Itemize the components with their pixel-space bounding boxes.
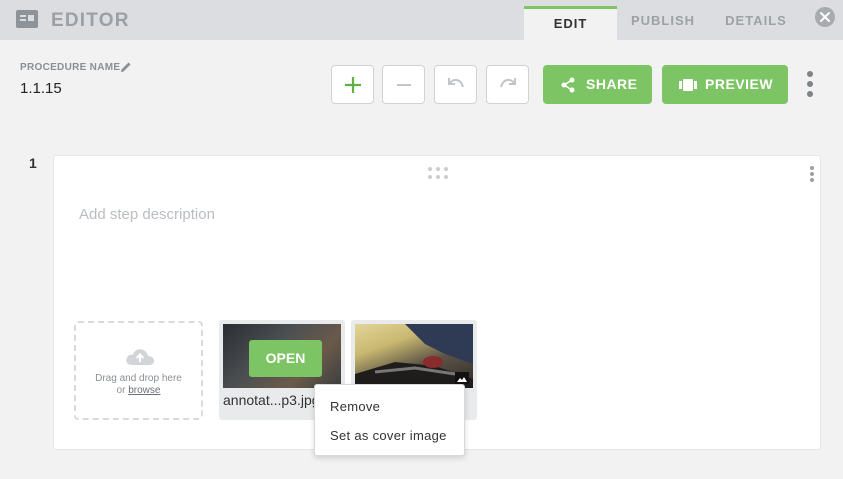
share-icon [561, 77, 575, 93]
attachment-context-menu: Remove Set as cover image [314, 384, 465, 456]
tab-edit[interactable]: EDIT [524, 6, 617, 40]
open-attachment-button[interactable]: OPEN [249, 340, 322, 377]
share-label: SHARE [586, 76, 638, 92]
drag-handle-icon[interactable] [426, 166, 450, 180]
more-options-icon[interactable] [805, 70, 815, 98]
upload-dropzone[interactable]: Drag and drop here or browse [74, 321, 203, 420]
step-description-input[interactable]: Add step description [79, 206, 215, 223]
editor-logo-icon [16, 10, 38, 28]
menu-item-set-cover[interactable]: Set as cover image [330, 428, 447, 443]
dropzone-text: Drag and drop here [95, 373, 182, 384]
pencil-icon[interactable] [120, 61, 132, 73]
step-number: 1 [29, 155, 37, 171]
procedure-name-value[interactable]: 1.1.15 [20, 80, 62, 97]
preview-icon [679, 79, 697, 91]
dropzone-browse-line: or browse [76, 385, 201, 396]
preview-button[interactable]: PREVIEW [662, 65, 788, 104]
close-button[interactable] [815, 7, 835, 27]
preview-label: PREVIEW [705, 76, 774, 92]
attachment-image: OPEN [223, 324, 341, 388]
redo-button[interactable] [486, 65, 529, 104]
close-icon [820, 12, 830, 22]
plus-icon [345, 77, 361, 93]
attachment-filename: annotat...p3.jpg [223, 392, 320, 408]
dropzone-or: or [116, 385, 126, 396]
menu-item-remove[interactable]: Remove [330, 399, 380, 414]
add-step-button[interactable] [331, 65, 374, 104]
undo-icon [448, 78, 464, 88]
share-button[interactable]: SHARE [543, 65, 652, 104]
editor-title: EDITOR [51, 10, 130, 31]
tab-publish[interactable]: PUBLISH [618, 6, 708, 40]
browse-link[interactable]: browse [128, 385, 160, 396]
image-icon [455, 372, 469, 384]
procedure-name-label: PROCEDURE NAME [20, 62, 121, 73]
undo-button[interactable] [434, 65, 477, 104]
cloud-upload-icon [126, 349, 155, 365]
top-bar: EDITOR EDIT PUBLISH DETAILS [0, 0, 843, 40]
step-options-icon[interactable] [809, 165, 815, 183]
tab-details[interactable]: DETAILS [712, 6, 800, 40]
minus-icon [397, 84, 411, 86]
remove-step-button[interactable] [382, 65, 425, 104]
redo-icon [500, 78, 516, 88]
